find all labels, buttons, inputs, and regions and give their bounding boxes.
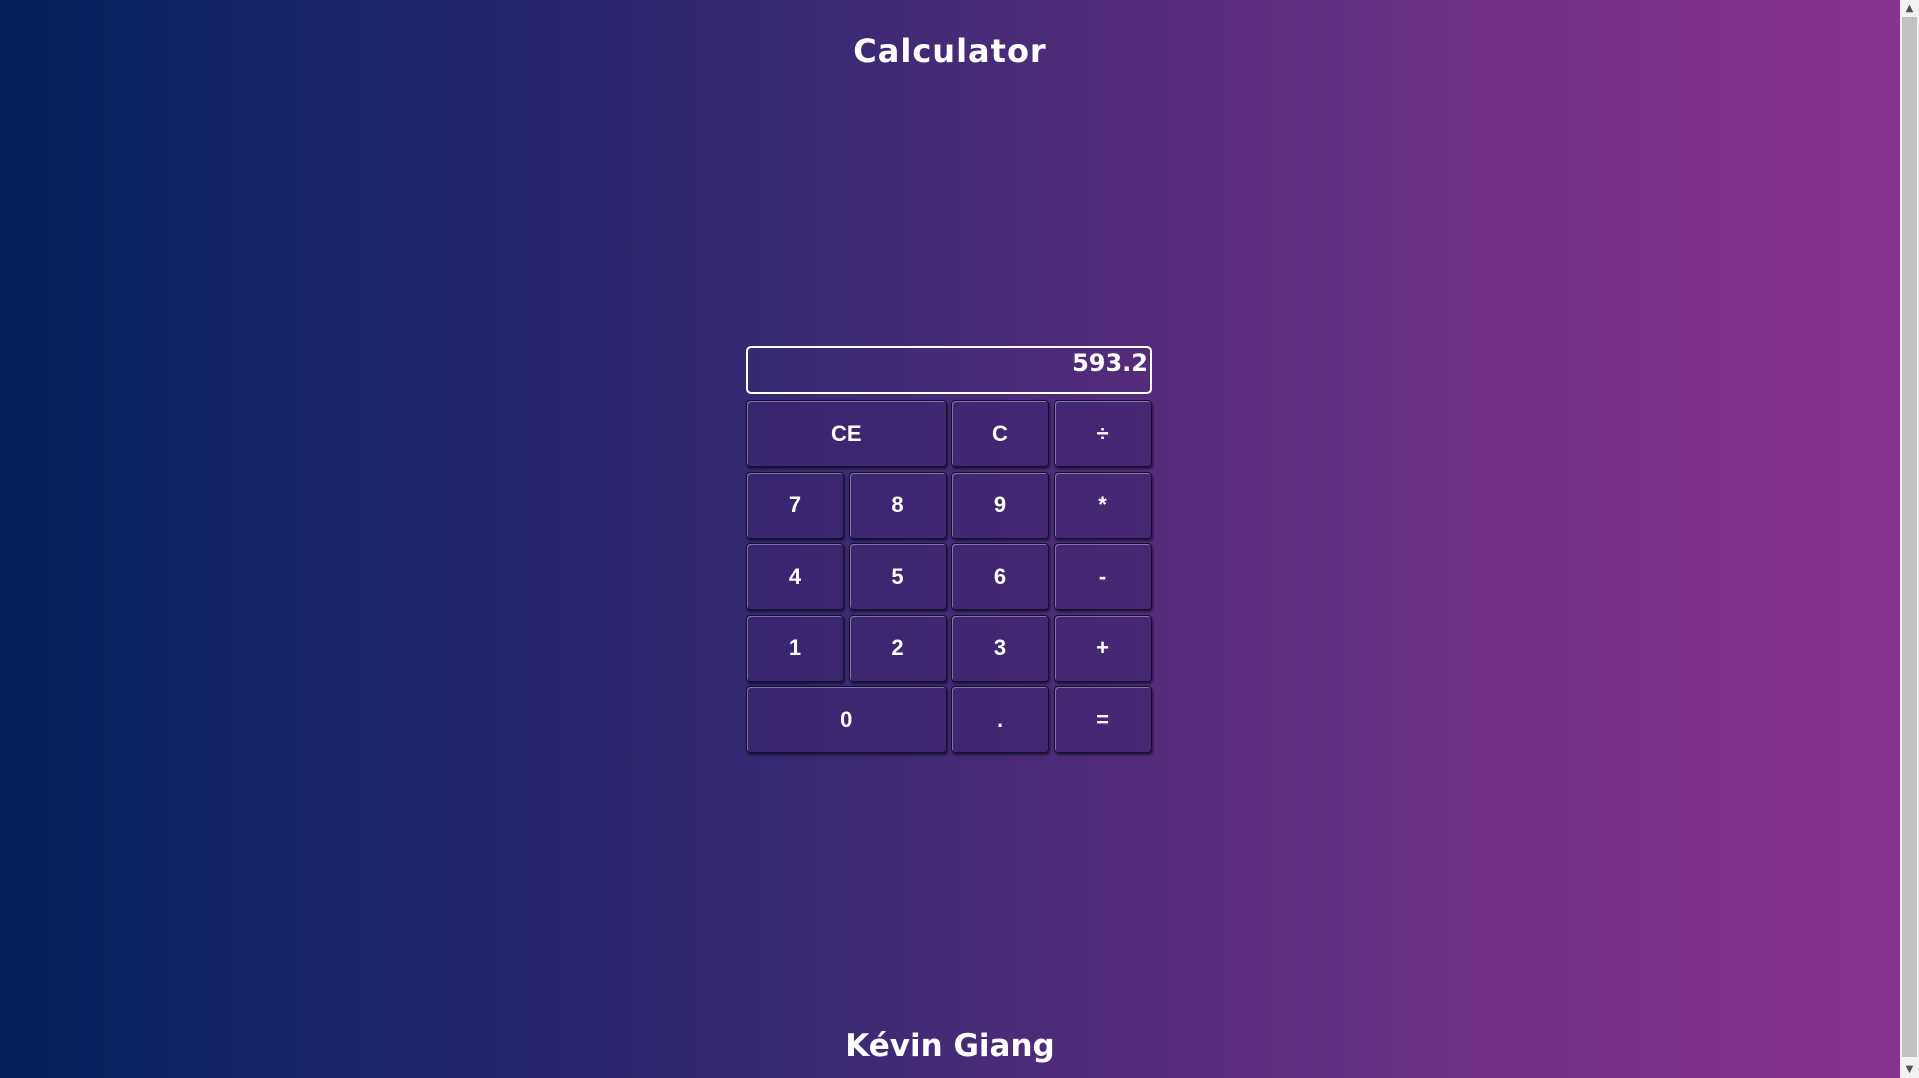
digit-6-button[interactable]: 6 (951, 543, 1049, 610)
add-button[interactable]: + (1053, 614, 1152, 682)
decimal-button[interactable]: . (951, 686, 1049, 753)
digit-9-button[interactable]: 9 (951, 471, 1049, 539)
digit-0-button[interactable]: 0 (746, 686, 947, 753)
clear-button[interactable]: C (951, 400, 1049, 467)
digit-5-button[interactable]: 5 (848, 543, 947, 610)
scroll-up-icon[interactable]: ▲ (1900, 0, 1919, 17)
digit-2-button[interactable]: 2 (848, 614, 947, 682)
keypad: CE C ÷ 7 8 9 * 4 5 6 - 1 2 3 + 0 . = (746, 400, 1152, 753)
equals-button[interactable]: = (1053, 686, 1152, 753)
page-background: Calculator 593.2 CE C ÷ 7 8 9 * 4 5 6 - … (0, 0, 1900, 1078)
digit-4-button[interactable]: 4 (746, 543, 844, 610)
vertical-scrollbar[interactable]: ▲ ▼ (1900, 0, 1919, 1078)
digit-3-button[interactable]: 3 (951, 614, 1049, 682)
page-title: Calculator (853, 32, 1047, 70)
scroll-down-icon[interactable]: ▼ (1900, 1061, 1919, 1078)
clear-entry-button[interactable]: CE (746, 400, 947, 467)
scrollbar-thumb[interactable] (1902, 17, 1917, 1057)
digit-1-button[interactable]: 1 (746, 614, 844, 682)
author-footer: Kévin Giang (845, 1028, 1055, 1064)
multiply-button[interactable]: * (1053, 471, 1152, 539)
calculator-display: 593.2 (746, 346, 1152, 394)
digit-8-button[interactable]: 8 (848, 471, 947, 539)
digit-7-button[interactable]: 7 (746, 471, 844, 539)
divide-button[interactable]: ÷ (1053, 400, 1152, 467)
calculator: 593.2 CE C ÷ 7 8 9 * 4 5 6 - 1 2 3 + 0 .… (746, 346, 1152, 753)
subtract-button[interactable]: - (1053, 543, 1152, 610)
